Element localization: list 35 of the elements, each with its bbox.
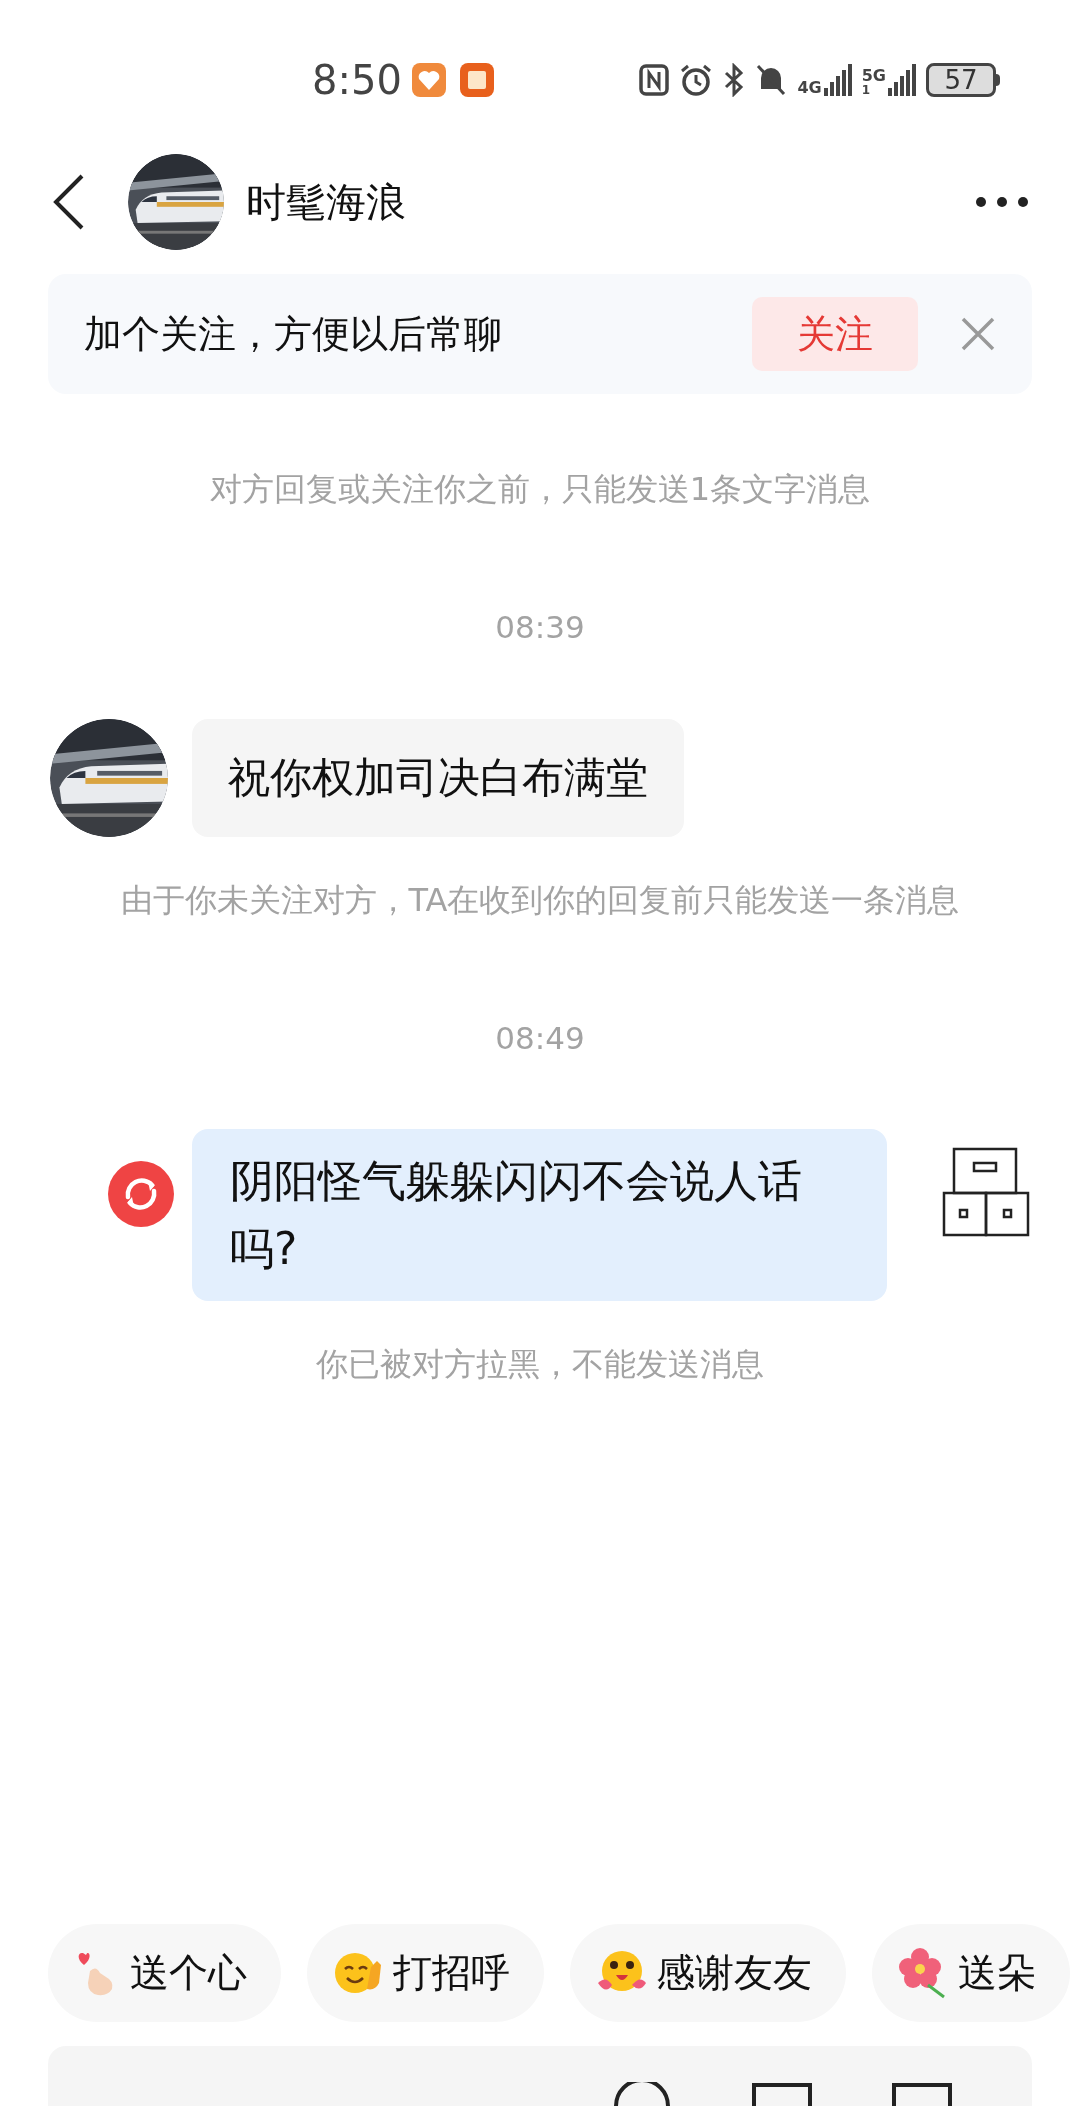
add-icon[interactable] — [892, 2082, 952, 2106]
muted-bell-icon — [755, 63, 788, 97]
timestamp: 08:49 — [495, 1018, 585, 1058]
resend-icon[interactable] — [108, 1161, 174, 1227]
quick-reply-chip[interactable]: 送朵 — [872, 1924, 1070, 2022]
sim-number-label: 1 — [861, 84, 871, 96]
bluetooth-icon — [723, 63, 746, 97]
close-icon[interactable] — [960, 316, 996, 352]
quick-reply-chip[interactable]: 送个心 — [48, 1924, 281, 2022]
envelope-app-icon — [459, 63, 494, 97]
health-app-icon — [411, 63, 446, 97]
message-input-bar[interactable] — [48, 2046, 1032, 2106]
battery-indicator: 57 — [926, 63, 996, 97]
emoji-icon[interactable] — [612, 2082, 672, 2106]
timestamp: 08:39 — [495, 608, 585, 647]
more-icon[interactable] — [974, 195, 1030, 209]
system-notice: 对方回复或关注你之前，只能发送1条文字消息 — [209, 469, 871, 510]
network-type-label: 4G — [797, 80, 822, 96]
follow-prompt: 加个关注，方便以后常聊 — [84, 310, 502, 358]
system-notice: 你已被对方拉黑，不能发送消息 — [316, 1344, 764, 1385]
follow-button[interactable]: 关注 — [752, 297, 918, 371]
quick-reply-chip[interactable]: 感谢友友 — [570, 1924, 846, 2022]
image-icon[interactable] — [752, 2082, 812, 2106]
contact-name: 时髦海浪 — [246, 178, 406, 227]
quick-reply-chip[interactable]: 打招呼 — [307, 1924, 544, 2022]
signal-icon — [888, 64, 916, 96]
clock: 8:50 — [312, 56, 402, 105]
boxes-icon[interactable] — [942, 1147, 1030, 1237]
message-bubble: 阴阳怪气躲躲闪闪不会说人话吗? — [192, 1129, 887, 1301]
message-bubble: 祝你权加司决白布满堂 — [192, 718, 684, 837]
alarm-icon — [679, 63, 714, 97]
network-type-label: 5G — [861, 68, 886, 84]
signal-icon — [823, 64, 852, 96]
nfc-icon — [639, 64, 670, 96]
system-notice: 由于你未关注对方，TA在收到你的回复前只能发送一条消息 — [120, 879, 960, 921]
